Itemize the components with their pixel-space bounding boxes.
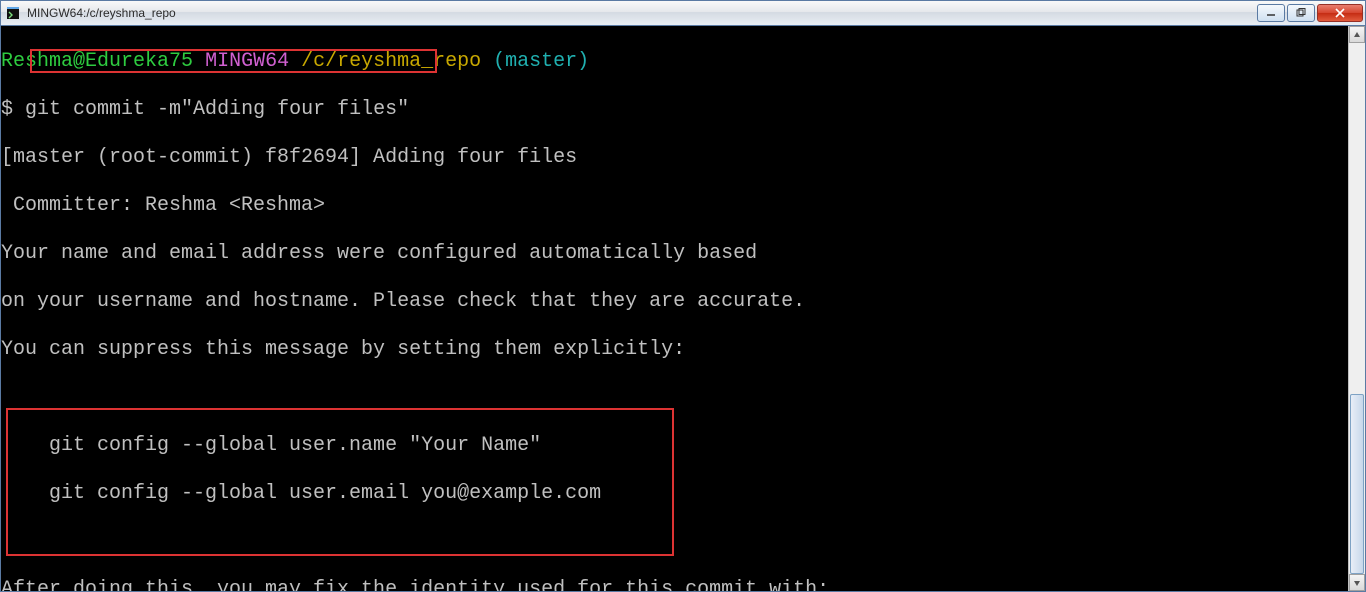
scroll-down-button[interactable] [1349,574,1365,591]
prompt-branch: (master) [493,50,589,73]
prompt-env: MINGW64 [205,50,289,73]
prompt-host: Edureka75 [85,50,193,73]
output-line: [master (root-commit) f8f2694] Adding fo… [1,146,1348,170]
output-line: Committer: Reshma <Reshma> [1,194,1348,218]
terminal[interactable]: Reshma@Edureka75 MINGW64 /c/reyshma_repo… [1,26,1348,591]
output-line: You can suppress this message by setting… [1,338,1348,362]
scroll-thumb[interactable] [1350,394,1364,574]
prompt-path: /c/reyshma_repo [301,50,481,73]
vertical-scrollbar[interactable] [1348,26,1365,591]
prompt-symbol: $ [1,98,13,121]
scroll-track[interactable] [1349,43,1365,574]
close-button[interactable] [1317,4,1363,22]
window-titlebar: MINGW64:/c/reyshma_repo [0,0,1366,26]
command-text: git commit -m"Adding four files" [25,98,409,121]
prompt-user: Reshma [1,50,73,73]
minimize-button[interactable] [1257,4,1285,22]
app-icon [5,5,21,21]
terminal-window: Reshma@Edureka75 MINGW64 /c/reyshma_repo… [0,26,1366,592]
output-line: git config --global user.name "Your Name… [1,434,1348,458]
output-line: on your username and hostname. Please ch… [1,290,1348,314]
output-line: git config --global user.email you@examp… [1,482,1348,506]
scroll-up-button[interactable] [1349,26,1365,43]
maximize-button[interactable] [1287,4,1315,22]
window-buttons [1255,4,1363,22]
output-line: Your name and email address were configu… [1,242,1348,266]
output-line: After doing this, you may fix the identi… [1,578,1348,591]
window-title: MINGW64:/c/reyshma_repo [25,6,1255,20]
